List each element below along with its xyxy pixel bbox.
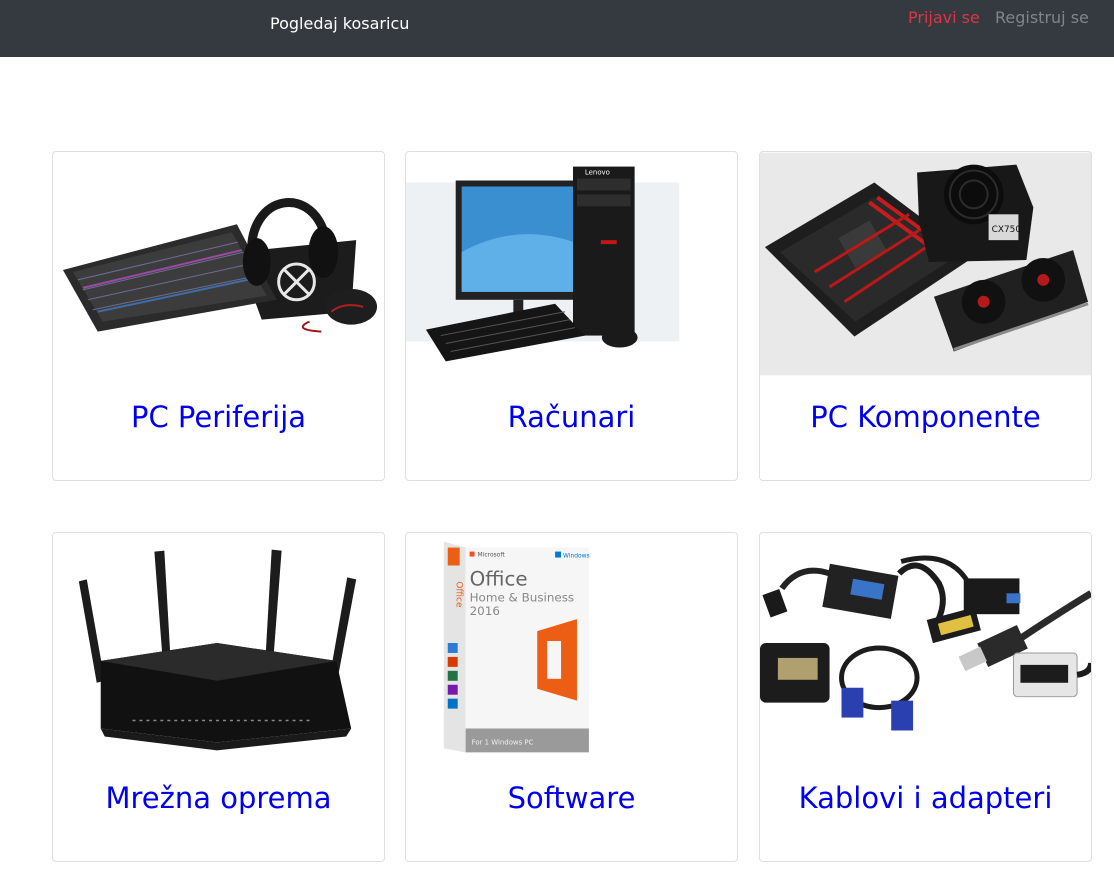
- category-card-pc-periferija[interactable]: PC Periferija: [52, 151, 385, 481]
- desktop-computer-image: Lenovo: [406, 152, 737, 376]
- category-title[interactable]: Računari: [406, 397, 737, 437]
- category-card-software[interactable]: Office For 1 Windows PC Microsoft Window…: [405, 532, 738, 862]
- category-title[interactable]: Kablovi i adapteri: [760, 778, 1091, 818]
- box-year-text: 2016: [470, 604, 500, 618]
- box-brand-text: Microsoft: [478, 552, 506, 559]
- box-footer-text: For 1 Windows PC: [472, 738, 534, 746]
- top-navbar: Pogledaj kosaricu Prijavi se Registruj s…: [0, 0, 1114, 57]
- router-image: [53, 533, 384, 757]
- category-card-kablovi-i-adapteri[interactable]: Kablovi i adapteri: [759, 532, 1092, 862]
- keyboard-headset-mouse-image: [53, 152, 384, 376]
- psu-label: CX750: [992, 225, 1022, 235]
- office-box-image: Office For 1 Windows PC Microsoft Window…: [406, 533, 737, 757]
- box-side-label: Office: [454, 581, 464, 608]
- category-title[interactable]: PC Komponente: [760, 397, 1091, 437]
- svg-text:Lenovo: Lenovo: [585, 169, 610, 177]
- category-card-racunari[interactable]: Lenovo Računari: [405, 151, 738, 481]
- login-link[interactable]: Prijavi se: [908, 8, 980, 28]
- view-cart-link[interactable]: Pogledaj kosaricu: [270, 14, 409, 34]
- register-link[interactable]: Registruj se: [995, 8, 1089, 28]
- box-edition-text: Home & Business: [470, 590, 575, 604]
- category-title[interactable]: PC Periferija: [53, 397, 384, 437]
- box-windows-text: Windows: [563, 553, 590, 560]
- category-title[interactable]: Software: [406, 778, 737, 818]
- category-title[interactable]: Mrežna oprema: [53, 778, 384, 818]
- motherboard-psu-gpu-image: CX750: [760, 152, 1091, 376]
- cables-adapters-image: [760, 533, 1091, 757]
- box-product-text: Office: [470, 567, 528, 590]
- category-card-mrezna-oprema[interactable]: Mrežna oprema: [52, 532, 385, 862]
- category-card-pc-komponente[interactable]: CX750 PC Komponente: [759, 151, 1092, 481]
